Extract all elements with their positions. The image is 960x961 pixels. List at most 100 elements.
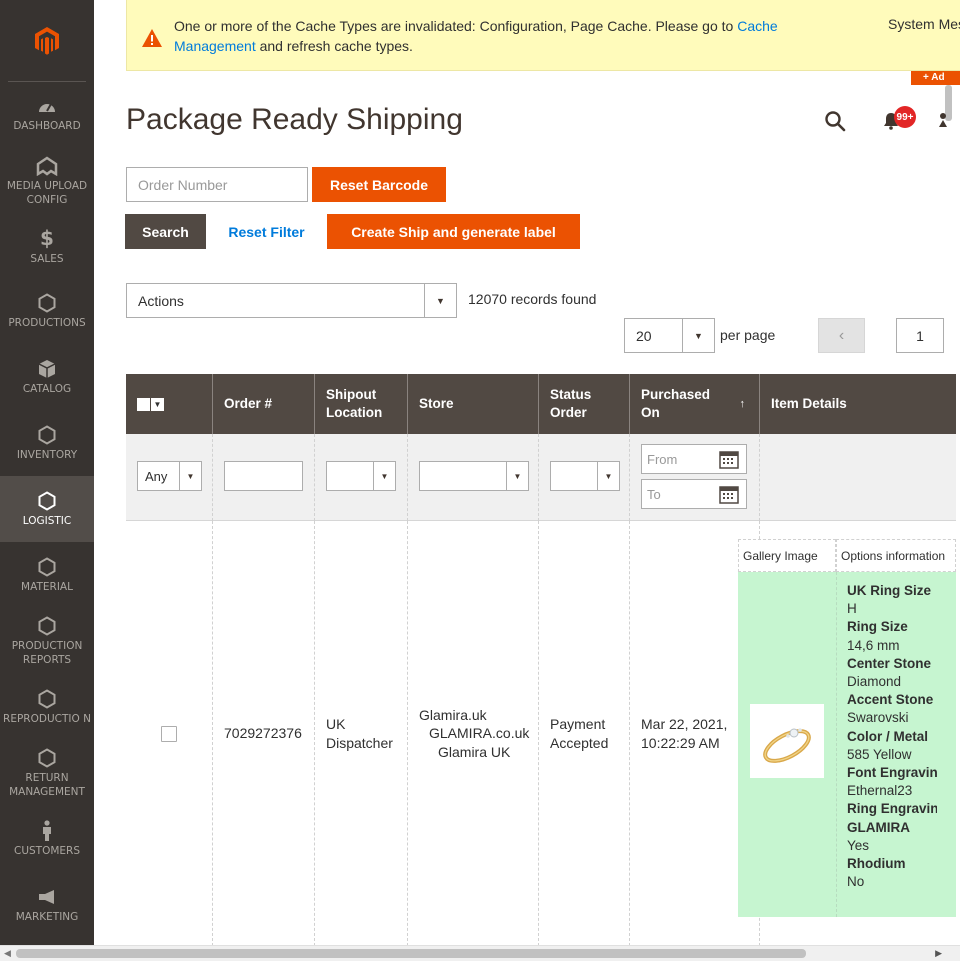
option-value: Ethernal23 [847,783,913,799]
sidebar-item-catalog[interactable]: CATALOG [0,344,94,410]
sidebar-item-inventory[interactable]: INVENTORY [0,410,94,476]
chevron-down-icon: ▼ [373,462,395,490]
sort-arrow-icon: ↑ [739,397,746,410]
mass-select-header[interactable]: ▼ [126,374,213,434]
sidebar-item-label: REPRODUCTIO N [3,712,91,725]
col-shipout-location[interactable]: Shipout Location [315,374,408,434]
option-label: UK Ring Size [847,583,932,598]
dashboard-icon [36,95,58,117]
store-cell: Glamira.uk GLAMIRA.co.uk Glamira UK [408,521,539,945]
notification-badge[interactable]: 99+ [894,106,916,128]
hexagon-icon [36,424,58,446]
order-number-input[interactable]: Order Number [126,167,308,202]
mass-select-checkbox[interactable] [137,397,150,411]
page-number-input[interactable]: 1 [896,318,944,353]
store-website: Glamira.uk [419,707,487,724]
chevron-down-icon: ▼ [682,319,714,352]
col-purchased-on[interactable]: Purchased On ↑ [630,374,760,434]
actions-select-value: Actions [138,292,184,309]
store-lines: Glamira.uk GLAMIRA.co.uk Glamira UK [419,706,529,761]
ring-image-icon [763,728,811,763]
col-status-order[interactable]: Status Order [539,374,630,434]
main-content: One or more of the Cache Types are inval… [94,0,960,945]
order-number-placeholder: Order Number [138,176,228,193]
col-order-number[interactable]: Order # [213,374,315,434]
sidebar-item-marketing[interactable]: MARKETING [0,872,94,938]
sidebar-item-customers[interactable]: CUSTOMERS [0,806,94,872]
search-icon[interactable] [824,110,846,135]
option-value: No [847,874,865,890]
hexagon-icon [36,747,58,769]
purchased-from-input[interactable]: From [641,444,747,474]
option-value: Yes [847,837,870,853]
horizontal-scroll-thumb[interactable] [16,949,806,958]
option-value: 585 Yellow [847,746,912,762]
order-number-filter[interactable] [224,461,303,491]
gallery-image-header: Gallery Image [738,539,836,572]
option-value: Diamond [847,674,902,690]
megaphone-icon [36,886,58,908]
col-store[interactable]: Store [408,374,539,434]
page-title: Package Ready Shipping [126,103,463,136]
sidebar-item-label: SALES [30,252,64,265]
reset-barcode-button[interactable]: Reset Barcode [312,167,446,202]
chevron-down-icon: ▼ [597,462,619,490]
shipout-location-cell: UK Dispatcher [315,521,408,945]
purchased-from-placeholder: From [647,451,678,467]
sidebar-item-label: LOGISTIC [22,514,72,527]
hexagon-icon [36,490,58,512]
notice-text-end: and refresh cache types. [255,38,413,54]
sidebar-item-media-upload-config[interactable]: MEDIA UPLOAD CONFIG [0,146,94,216]
person-icon [36,820,58,842]
hexagon-icon [36,292,58,314]
status-order-cell: Payment Accepted [539,521,630,945]
records-found: 12070 records found [468,291,597,307]
reset-filter-button[interactable]: Reset Filter [214,214,319,249]
sidebar-item-sales[interactable]: $ SALES [0,216,94,278]
status-order-filter[interactable]: ▼ [550,461,620,491]
mass-filter-select[interactable]: Any ▼ [137,461,202,491]
previous-page-button[interactable]: ‹ [818,318,865,353]
shipout-location-filter[interactable]: ▼ [326,461,396,491]
per-page-select[interactable]: 20 ▼ [624,318,715,353]
sidebar-item-reproduction[interactable]: REPRODUCTIO N [0,674,94,740]
sidebar-item-dashboard[interactable]: DASHBOARD [0,82,94,146]
create-ship-button[interactable]: Create Ship and generate label [327,214,580,249]
col-purchased-on-label: Purchased On [641,387,711,420]
chevron-down-icon: ▼ [424,284,456,317]
options-list: UK Ring Size H Ring Size 14,6 mm Center … [847,582,937,891]
sidebar-item-productions[interactable]: PRODUCTIONS [0,278,94,344]
calendar-icon[interactable] [719,450,739,472]
dollar-icon: $ [40,226,54,251]
scroll-left-arrow-icon[interactable]: ◀ [4,948,11,959]
option-label: Center Stone [847,655,932,671]
system-messages-link[interactable]: System Messages [888,16,960,32]
col-item-details[interactable]: Item Details [760,374,960,434]
sidebar-item-label: MATERIAL [21,580,73,593]
option-label: GLAMIRA [847,819,910,835]
search-button[interactable]: Search [125,214,206,249]
option-label: Accent Stone [847,692,934,708]
calendar-icon[interactable] [719,485,739,507]
sidebar-item-production-reports[interactable]: PRODUCTION REPORTS [0,608,94,674]
sidebar-item-logistic[interactable]: LOGISTIC [0,476,94,542]
product-image[interactable] [750,704,824,778]
add-button-tag[interactable]: + Ad [911,71,960,85]
sidebar-item-return-management[interactable]: RETURN MANAGEMENT [0,740,94,806]
magento-logo[interactable] [8,0,86,82]
sidebar-item-material[interactable]: MATERIAL [0,542,94,608]
option-value: Swarovski [847,710,909,726]
actions-select[interactable]: Actions ▼ [126,283,457,318]
horizontal-scrollbar[interactable]: ◀ ▶ [0,945,960,961]
chevron-down-icon: ▼ [506,462,528,490]
user-icon[interactable] [938,112,948,133]
sidebar-item-label: INVENTORY [16,448,78,461]
row-checkbox[interactable] [161,725,177,742]
media-upload-icon [36,155,58,177]
store-filter[interactable]: ▼ [419,461,529,491]
purchased-to-input[interactable]: To [641,479,747,509]
store-view: Glamira UK [438,743,511,760]
option-label: Font Engraving [847,765,937,781]
mass-select-dropdown-icon[interactable]: ▼ [151,397,164,411]
scroll-right-arrow-icon[interactable]: ▶ [935,948,942,959]
